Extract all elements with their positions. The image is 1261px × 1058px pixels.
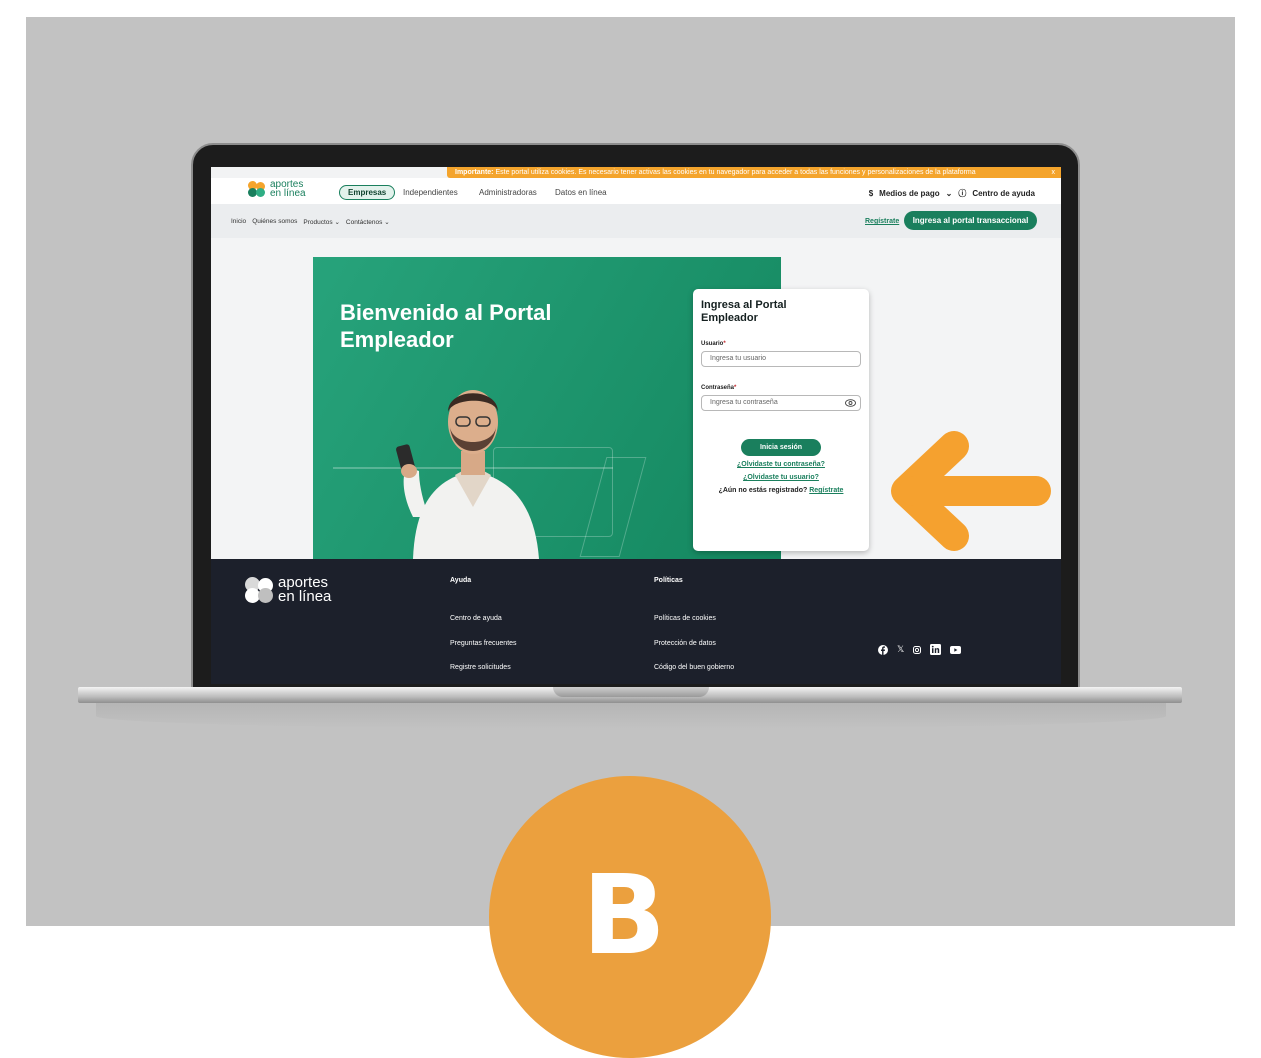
nav-inicio[interactable]: Inicio xyxy=(231,218,246,226)
logo-text: aportes en línea xyxy=(270,179,306,199)
transactional-portal-button[interactable]: Ingresa al portal transaccional xyxy=(904,211,1037,230)
register-link-login[interactable]: Regístrate xyxy=(809,487,843,494)
tab-administradoras[interactable]: Administradoras xyxy=(479,188,537,197)
cookie-banner-strong: Importante: xyxy=(455,169,494,176)
username-input[interactable]: Ingresa tu usuario xyxy=(701,351,861,367)
footer: aportes en línea Ayuda Centro de ayuda Pr… xyxy=(211,559,1061,684)
footer-link[interactable]: Preguntas frecuentes xyxy=(450,640,517,647)
footer-link[interactable]: Políticas de cookies xyxy=(654,615,716,622)
tab-independientes[interactable]: Independientes xyxy=(403,188,458,197)
laptop-notch xyxy=(553,687,709,697)
chevron-down-icon[interactable]: ⌄ xyxy=(946,189,953,198)
nav-productos[interactable]: Productos ⌄ xyxy=(303,218,340,226)
forgot-password-link[interactable]: ¿Olvidaste tu contraseña? xyxy=(693,461,869,468)
social-links: 𝕏 xyxy=(878,644,962,655)
logo-mark-icon xyxy=(248,181,267,197)
password-label: Contraseña* xyxy=(701,385,737,391)
secondary-nav: Inicio Quiénes somos Productos ⌄ Contáct… xyxy=(211,204,1061,238)
signin-button[interactable]: Inicia sesión xyxy=(741,439,821,456)
footer-link[interactable]: Centro de ayuda xyxy=(450,615,502,622)
help-center-link[interactable]: Centro de ayuda xyxy=(972,189,1035,198)
brand-logo[interactable]: aportes en línea xyxy=(248,179,306,199)
linkedin-icon[interactable] xyxy=(930,644,942,655)
nav-contactenos[interactable]: Contáctenos ⌄ xyxy=(346,218,390,226)
cookie-banner-text: Este portal utiliza cookies. Es necesari… xyxy=(495,169,976,176)
facebook-icon[interactable] xyxy=(878,644,888,655)
arrow-left-icon xyxy=(891,431,1051,551)
x-icon[interactable]: 𝕏 xyxy=(897,644,904,655)
footer-logo[interactable]: aportes en línea xyxy=(245,575,331,604)
login-card: Ingresa al Portal Empleador Usuario* Ing… xyxy=(693,289,869,551)
person-photo xyxy=(396,390,539,559)
cookie-close-button[interactable]: x xyxy=(1052,167,1056,178)
footer-link[interactable]: Registre solicitudes xyxy=(450,664,511,671)
step-badge-letter: B xyxy=(582,851,666,979)
instagram-icon[interactable] xyxy=(913,645,922,654)
info-icon: ⓘ xyxy=(958,189,967,198)
payment-methods-link[interactable]: Medios de pago xyxy=(879,189,939,198)
username-label: Usuario* xyxy=(701,341,726,347)
step-badge: B xyxy=(489,776,771,1058)
login-title: Ingresa al Portal Empleador xyxy=(701,299,787,324)
footer-logo-mark-icon xyxy=(245,577,275,603)
forgot-username-link[interactable]: ¿Olvidaste tu usuario? xyxy=(693,474,869,481)
youtube-icon[interactable] xyxy=(950,645,962,654)
password-input[interactable]: Ingresa tu contraseña xyxy=(701,395,861,411)
tab-empresas[interactable]: Empresas xyxy=(339,185,396,200)
payment-icon: $ xyxy=(868,189,874,198)
footer-link[interactable]: Protección de datos xyxy=(654,640,716,647)
footer-politicas-heading: Políticas xyxy=(654,577,683,584)
register-link[interactable]: Regístrate xyxy=(865,218,899,225)
footer-ayuda-heading: Ayuda xyxy=(450,577,472,584)
laptop-base-shadow xyxy=(96,703,1166,729)
browser-screen: Importante: Este portal utiliza cookies.… xyxy=(211,167,1061,684)
register-prompt: ¿Aún no estás registrado? Regístrate xyxy=(718,487,844,494)
hero-title: Bienvenido al Portal Empleador xyxy=(340,300,552,352)
eye-icon[interactable] xyxy=(845,399,856,407)
top-right-links: $ Medios de pago ⌄ ⓘ Centro de ayuda xyxy=(869,188,1035,199)
tab-datos-en-linea[interactable]: Datos en línea xyxy=(555,188,607,197)
footer-link[interactable]: Código del buen gobierno xyxy=(654,664,734,671)
nav-quienes-somos[interactable]: Quiénes somos xyxy=(252,218,297,226)
cookie-banner: Importante: Este portal utiliza cookies.… xyxy=(447,167,1061,178)
